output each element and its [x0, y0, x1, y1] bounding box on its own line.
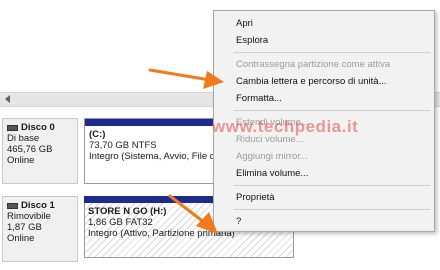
arrow-to-menu-icon: [148, 68, 224, 89]
annotation-arrows: [148, 68, 224, 234]
arrow-to-partition-icon: [168, 194, 218, 234]
